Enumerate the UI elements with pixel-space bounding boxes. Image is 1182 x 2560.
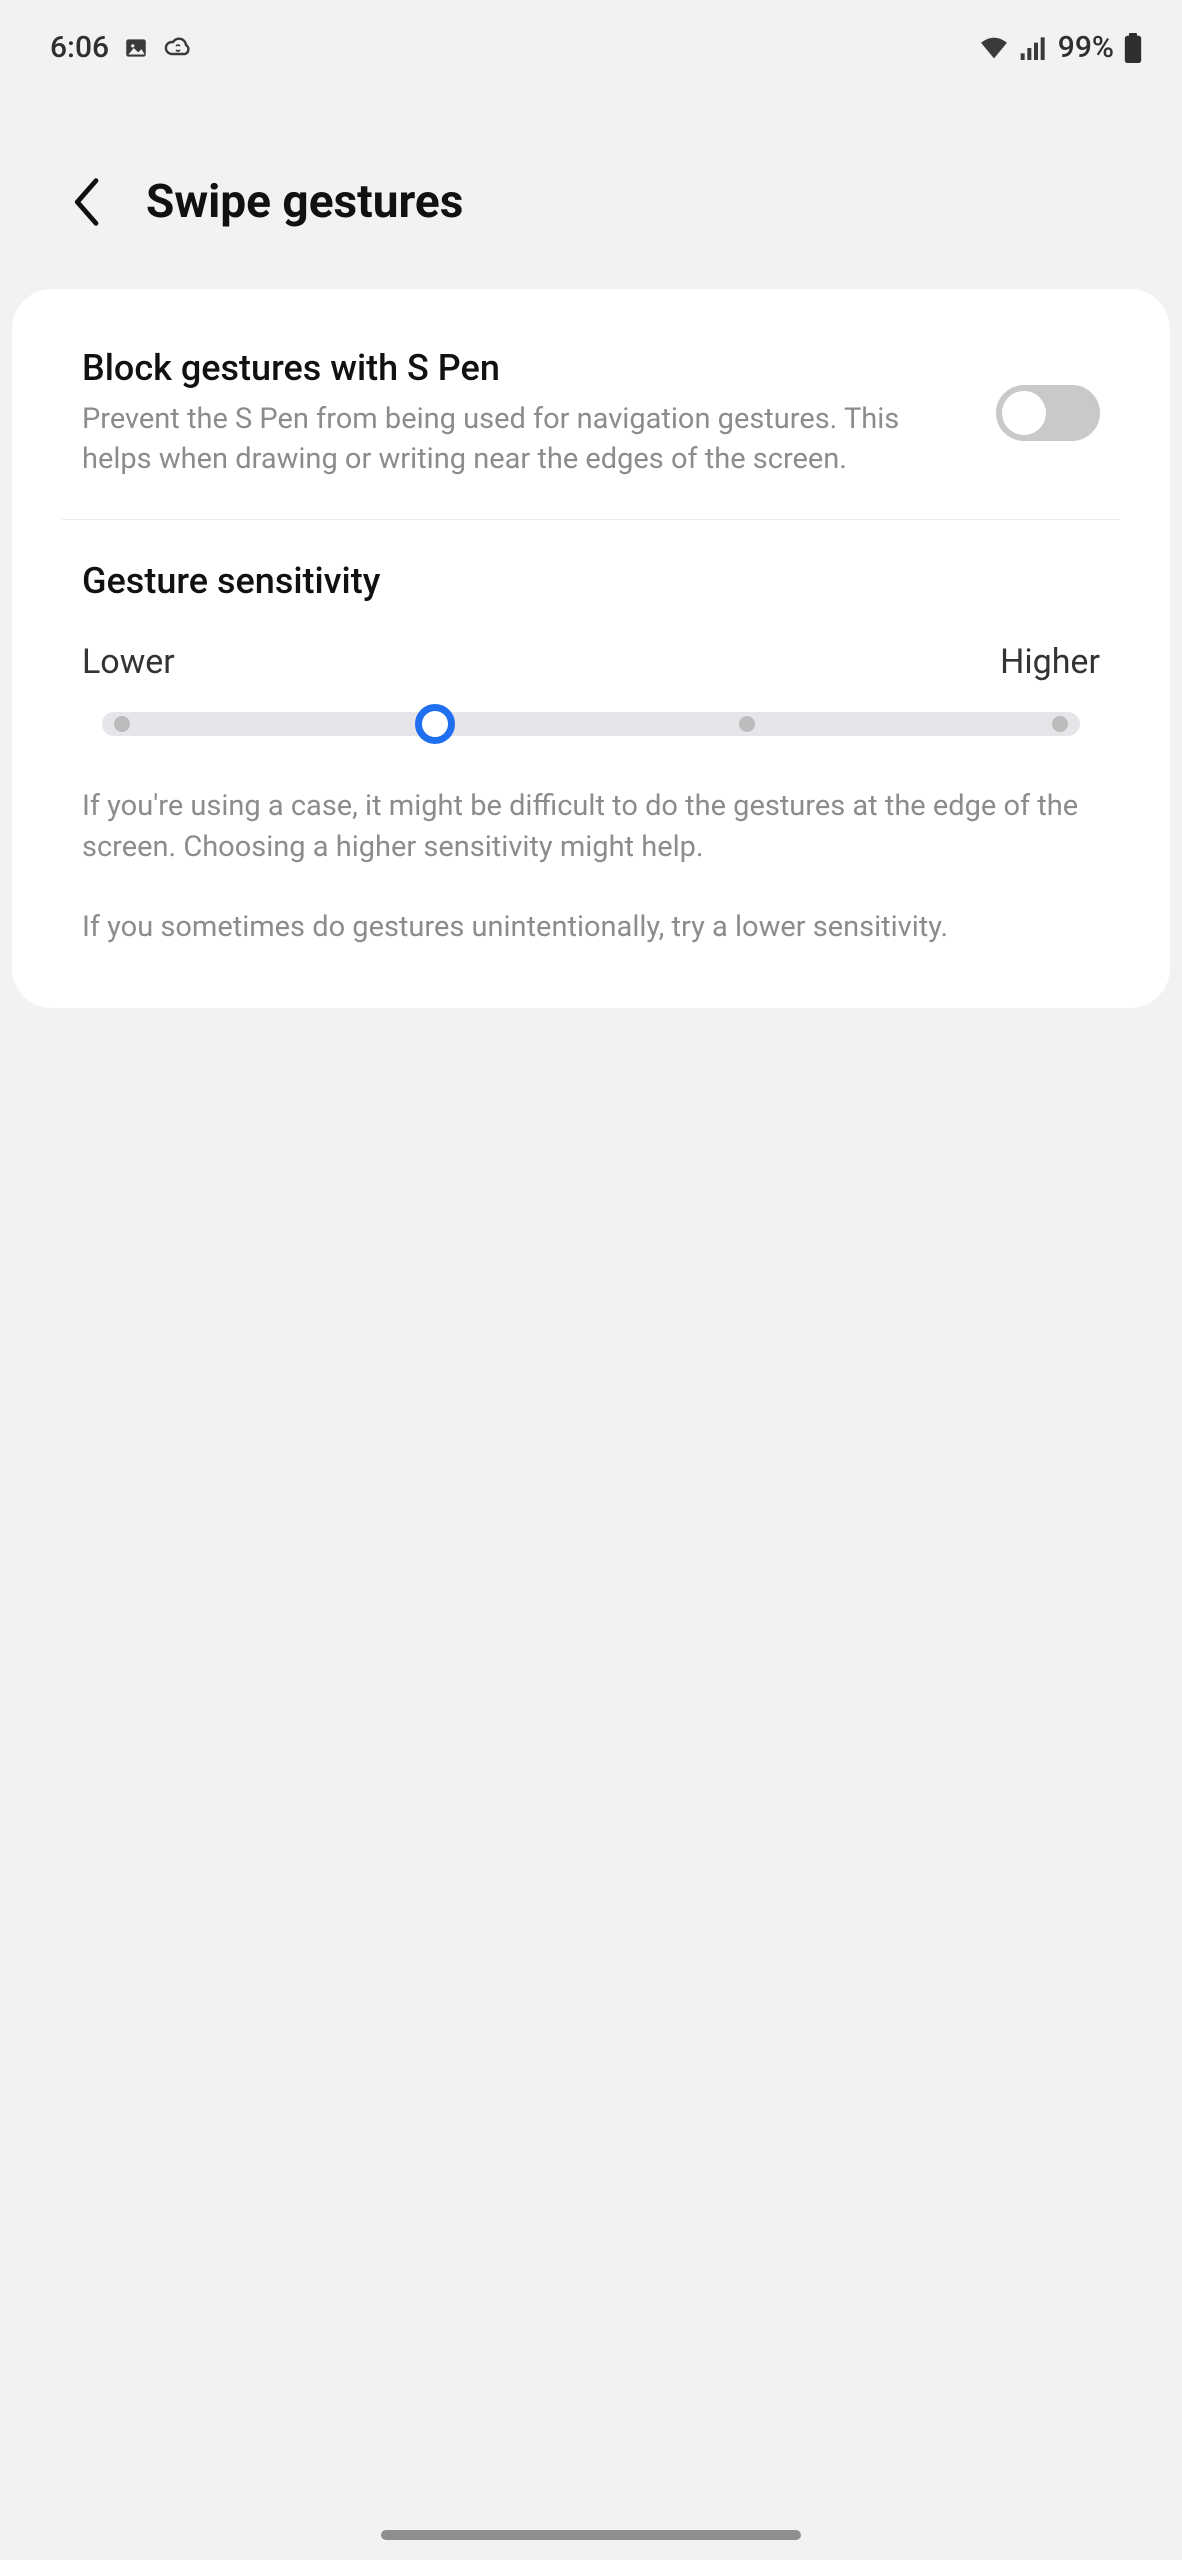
block-gestures-toggle[interactable] [996, 385, 1100, 441]
toggle-knob [1002, 391, 1046, 435]
block-gestures-item[interactable]: Block gestures with S Pen Prevent the S … [42, 339, 1140, 519]
status-time: 6:06 [50, 30, 109, 65]
block-gestures-title: Block gestures with S Pen [82, 347, 956, 389]
sensitivity-label-lower: Lower [82, 642, 175, 682]
signal-icon [1020, 36, 1048, 60]
block-gestures-desc: Prevent the S Pen from being used for na… [82, 399, 956, 479]
sensitivity-title: Gesture sensitivity [42, 560, 1140, 642]
cloud-sync-icon [163, 36, 193, 60]
sensitivity-labels: Lower Higher [42, 642, 1140, 712]
slider-step-0 [114, 716, 130, 732]
status-right: 99% [978, 30, 1142, 65]
slider-track [102, 712, 1080, 736]
page-title: Swipe gestures [146, 175, 463, 229]
gallery-icon [123, 35, 149, 61]
back-icon[interactable] [70, 178, 106, 226]
sensitivity-help-1: If you're using a case, it might be diff… [82, 786, 1100, 867]
sensitivity-slider[interactable] [42, 712, 1140, 736]
page-header: Swipe gestures [0, 85, 1182, 289]
home-indicator[interactable] [381, 2530, 801, 2540]
battery-percent: 99% [1058, 30, 1114, 65]
sensitivity-help: If you're using a case, it might be diff… [42, 736, 1140, 948]
slider-step-2 [739, 716, 755, 732]
status-left: 6:06 [50, 30, 193, 65]
divider [62, 519, 1120, 520]
status-bar: 6:06 99% [0, 0, 1182, 85]
sensitivity-label-higher: Higher [1000, 642, 1100, 682]
battery-icon [1124, 33, 1142, 63]
slider-thumb[interactable] [415, 704, 455, 744]
wifi-icon [978, 35, 1010, 61]
settings-card: Block gestures with S Pen Prevent the S … [12, 289, 1170, 1008]
sensitivity-help-2: If you sometimes do gestures unintention… [82, 907, 1100, 948]
slider-step-3 [1052, 716, 1068, 732]
